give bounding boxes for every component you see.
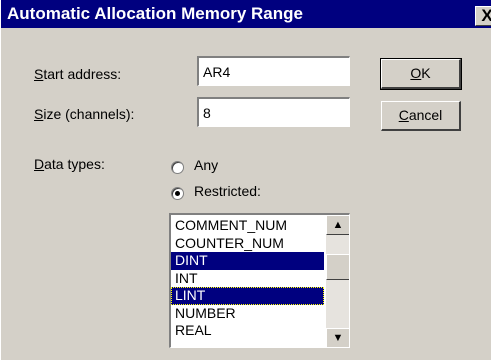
close-button[interactable]: X (475, 6, 491, 26)
size-input[interactable] (197, 97, 350, 127)
scroll-down-icon: ▼ (332, 332, 344, 344)
radio-restricted[interactable] (171, 187, 184, 200)
list-item[interactable]: COUNTER_NUM (171, 235, 324, 253)
radio-any-label[interactable]: Any (194, 157, 218, 173)
cancel-label-rest: ancel (408, 107, 443, 123)
list-item-selected[interactable]: LINT (171, 287, 324, 305)
scroll-up-icon: ▲ (332, 219, 344, 231)
scroll-thumb[interactable] (326, 254, 349, 280)
list-item-selected[interactable]: DINT (171, 252, 324, 270)
radio-restricted-label[interactable]: Restricted: (194, 183, 261, 199)
ok-button[interactable]: OK (380, 58, 462, 90)
title-bar: Automatic Allocation Memory Range X (1, 0, 491, 28)
size-label-rest: ize (channels): (43, 106, 135, 122)
list-item[interactable]: NUMBER (171, 305, 324, 323)
start-address-input[interactable] (197, 56, 350, 86)
scroll-down-button[interactable]: ▼ (326, 328, 349, 347)
list-item[interactable]: INT (171, 270, 324, 288)
start-address-label-rest: tart address: (43, 66, 122, 82)
data-types-listbox[interactable]: COMMENT_NUM COUNTER_NUM DINT INT LINT NU… (169, 213, 350, 348)
list-item[interactable]: REAL (171, 322, 324, 340)
list-scrollbar[interactable]: ▲ ▼ (326, 215, 349, 347)
data-types-label: Data types: (34, 156, 105, 172)
cancel-button[interactable]: Cancel (381, 101, 461, 131)
radio-any[interactable] (171, 161, 184, 174)
dialog-title: Automatic Allocation Memory Range (7, 4, 303, 23)
list-item[interactable]: COMMENT_NUM (171, 217, 324, 235)
radio-selected-dot (175, 191, 180, 196)
scroll-up-button[interactable]: ▲ (326, 215, 349, 235)
cancel-label: C (398, 107, 409, 123)
dialog-window: Automatic Allocation Memory Range X Star… (0, 0, 491, 360)
data-types-list: COMMENT_NUM COUNTER_NUM DINT INT LINT NU… (171, 217, 324, 340)
start-address-label: Start address: (34, 66, 122, 82)
data-types-label-rest: ata types: (44, 156, 105, 172)
size-label: Size (channels): (34, 106, 135, 122)
ok-label: O (410, 65, 422, 81)
ok-label-rest: K (421, 65, 431, 81)
close-icon: X (481, 6, 491, 25)
